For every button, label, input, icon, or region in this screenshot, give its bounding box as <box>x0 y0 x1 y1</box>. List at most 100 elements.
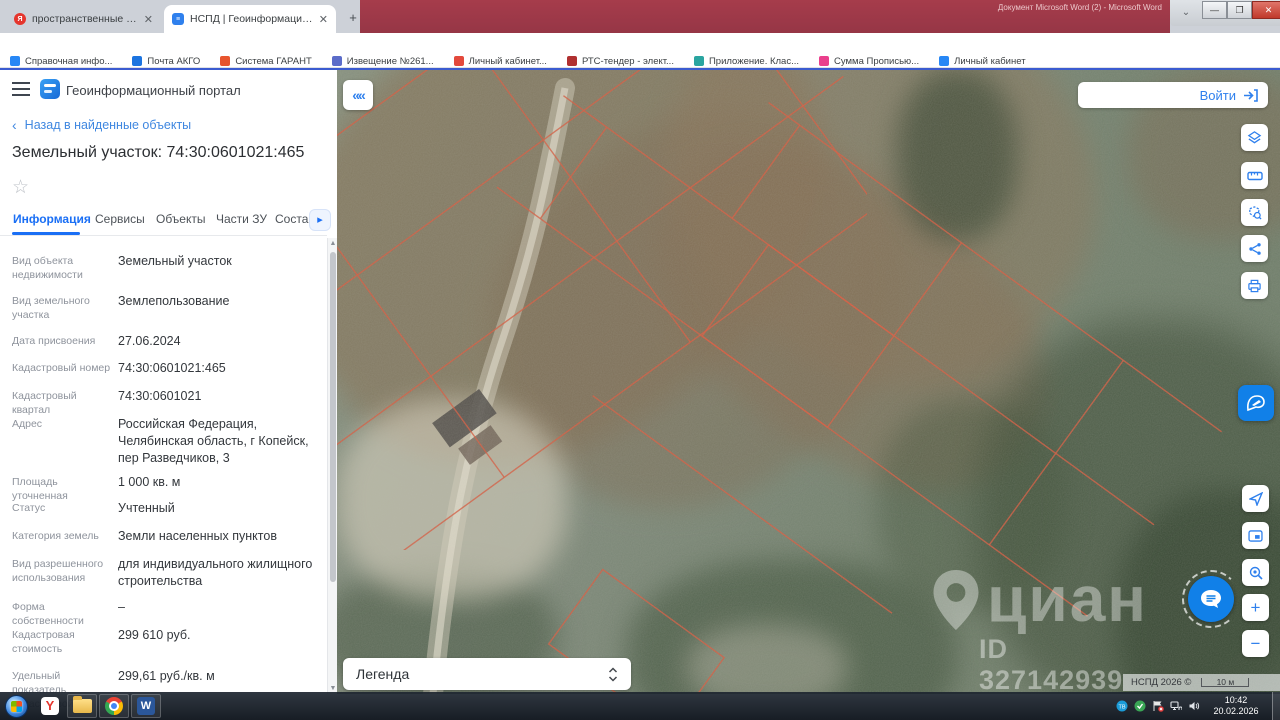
tab-parcel-parts[interactable]: Части ЗУ <box>216 212 267 226</box>
sidebar-scrollbar[interactable]: ▲ ▼ <box>327 238 337 694</box>
browser-tab-inactive[interactable]: Я пространственные данные рос ✕ <box>6 5 161 33</box>
action-center-flag-icon[interactable] <box>1152 700 1164 712</box>
windows-logo-icon <box>11 700 22 712</box>
field-label: Кадастровая стоимость <box>12 629 75 655</box>
bookmarks-bar: Справочная инфо... Почта АКГО Система ГА… <box>0 55 1280 68</box>
taskbar-chrome[interactable] <box>99 694 129 718</box>
divider <box>0 235 327 236</box>
tab-close-icon[interactable]: ✕ <box>144 13 153 26</box>
layers-button[interactable] <box>1241 124 1268 151</box>
tab-services[interactable]: Сервисы <box>95 212 145 226</box>
zoom-out-button[interactable]: − <box>1242 630 1269 657</box>
legend-toggle[interactable]: Легенда <box>343 658 631 690</box>
locate-button[interactable] <box>1242 485 1269 512</box>
bookmark-icon <box>693 56 704 66</box>
login-arrow-icon <box>1244 88 1258 102</box>
close-button[interactable]: ✕ <box>1252 1 1280 19</box>
field-label: Вид разрешенного использования <box>12 558 104 584</box>
tab-title: НСПД | Геоинформационный п <box>190 13 313 25</box>
draw-map-icon <box>1247 395 1265 412</box>
tab-information[interactable]: Информация <box>13 212 91 226</box>
bookmark-item[interactable]: РТС-тендер - элект... <box>566 56 674 67</box>
svg-text:TB: TB <box>1118 704 1125 710</box>
field-value: 74:30:0601021:465 <box>118 361 226 375</box>
scrollbar-thumb[interactable] <box>329 252 336 582</box>
yandex-browser-icon: Y <box>41 697 59 715</box>
field-value: 74:30:0601021 <box>118 389 202 403</box>
menu-hamburger-icon[interactable] <box>12 82 30 96</box>
bookmark-item[interactable]: Личный кабинет... <box>453 56 547 67</box>
minimize-button[interactable]: — <box>1202 1 1227 19</box>
bookmark-item[interactable]: Справочная инфо... <box>10 56 112 67</box>
cian-pin-icon <box>933 570 979 630</box>
antivirus-shield-icon[interactable] <box>1134 700 1146 712</box>
windows-taskbar: Y W TB 10:42 20.02.2026 <box>0 692 1280 720</box>
bookmark-item[interactable]: Личный кабинет <box>939 56 1026 67</box>
browser-tab-active[interactable]: ≡ НСПД | Геоинформационный п ✕ <box>164 5 336 33</box>
taskbar-explorer[interactable] <box>67 694 97 718</box>
tray-app-icon[interactable]: TB <box>1116 700 1128 712</box>
minimap-icon <box>1248 529 1263 542</box>
tabs-scroll-right-button[interactable]: ▸ <box>309 209 331 231</box>
network-icon[interactable] <box>1170 700 1182 712</box>
bookmark-item[interactable]: Сумма Прописью... <box>819 56 919 67</box>
volume-icon[interactable] <box>1188 700 1200 712</box>
field-value: для индивидуального жилищного строительс… <box>118 557 313 588</box>
ruler-icon <box>1246 171 1263 180</box>
field-label: Статус <box>12 502 46 514</box>
taskbar-word[interactable]: W <box>131 694 161 718</box>
field-value: 27.06.2024 <box>118 334 181 348</box>
measure-button[interactable] <box>1241 162 1268 189</box>
area-search-button[interactable] <box>1241 199 1268 226</box>
bookmark-item[interactable]: Извещение №261... <box>331 56 434 67</box>
chat-button[interactable] <box>1188 576 1234 622</box>
zoom-in-button[interactable]: + <box>1242 594 1269 621</box>
coord-search-button[interactable] <box>1242 559 1269 586</box>
map-canvas[interactable]: циан ID 327142939 «« Войти + − Легенда Н… <box>337 70 1280 694</box>
favorite-star-icon[interactable]: ☆ <box>12 176 29 199</box>
bookmark-item[interactable]: Приложение. Клас... <box>693 56 799 67</box>
restore-button[interactable]: ❐ <box>1227 1 1252 19</box>
taskbar-clock[interactable]: 10:42 20.02.2026 <box>1210 695 1262 717</box>
field-value: 1 000 кв. м <box>118 475 181 489</box>
field-label: Категория земель <box>12 530 99 542</box>
field-label: Кадастровый номер <box>12 362 111 374</box>
bookmark-item[interactable]: Почта АКГО <box>132 56 200 67</box>
scroll-up-icon[interactable]: ▲ <box>329 240 337 247</box>
login-button[interactable]: Войти <box>1078 82 1268 108</box>
tab-objects[interactable]: Объекты <box>156 212 206 226</box>
bookmark-icon <box>220 56 231 66</box>
bookmark-icon <box>566 56 577 66</box>
minimap-button[interactable] <box>1242 522 1269 549</box>
field-label: Вид земельного участка <box>12 295 90 321</box>
field-value: 299,61 руб./кв. м <box>118 669 215 683</box>
print-button[interactable] <box>1241 272 1268 299</box>
bookmark-icon <box>453 56 464 66</box>
browser-tab-strip: Документ Microsoft Word (2) - Microsoft … <box>0 0 1280 33</box>
portal-logo[interactable] <box>40 79 60 99</box>
field-label: Дата присвоения <box>12 335 96 347</box>
tab-search-caret-icon[interactable]: ⌄ <box>1178 5 1194 21</box>
field-label: Форма собственности <box>12 601 84 627</box>
polygon-search-icon <box>1249 206 1262 220</box>
draw-tool-button-active[interactable] <box>1238 385 1274 421</box>
back-to-results-link[interactable]: ‹ Назад в найденные объекты <box>12 117 191 133</box>
watermark-text: циан <box>987 563 1148 635</box>
field-value: – <box>118 600 125 614</box>
folder-icon <box>72 696 92 713</box>
show-desktop-button[interactable] <box>1272 692 1280 720</box>
share-map-button[interactable] <box>1241 235 1268 262</box>
scroll-down-icon[interactable]: ▼ <box>329 685 337 692</box>
bookmark-icon <box>819 56 829 66</box>
taskbar-yandex-browser[interactable]: Y <box>35 694 65 718</box>
sidebar-collapse-button[interactable]: «« <box>343 80 373 110</box>
bookmark-item[interactable]: Система ГАРАНТ <box>220 56 312 67</box>
nspd-favicon: ≡ <box>172 13 184 25</box>
window-buttons: — ❐ ✕ <box>1202 1 1280 19</box>
bookmark-icon <box>10 56 20 66</box>
tab-close-icon[interactable]: ✕ <box>319 13 328 26</box>
start-button[interactable] <box>5 694 28 718</box>
new-tab-button[interactable]: + <box>344 9 362 27</box>
word-window-title: Документ Microsoft Word (2) - Microsoft … <box>997 3 1162 12</box>
bookmark-icon <box>331 56 342 66</box>
